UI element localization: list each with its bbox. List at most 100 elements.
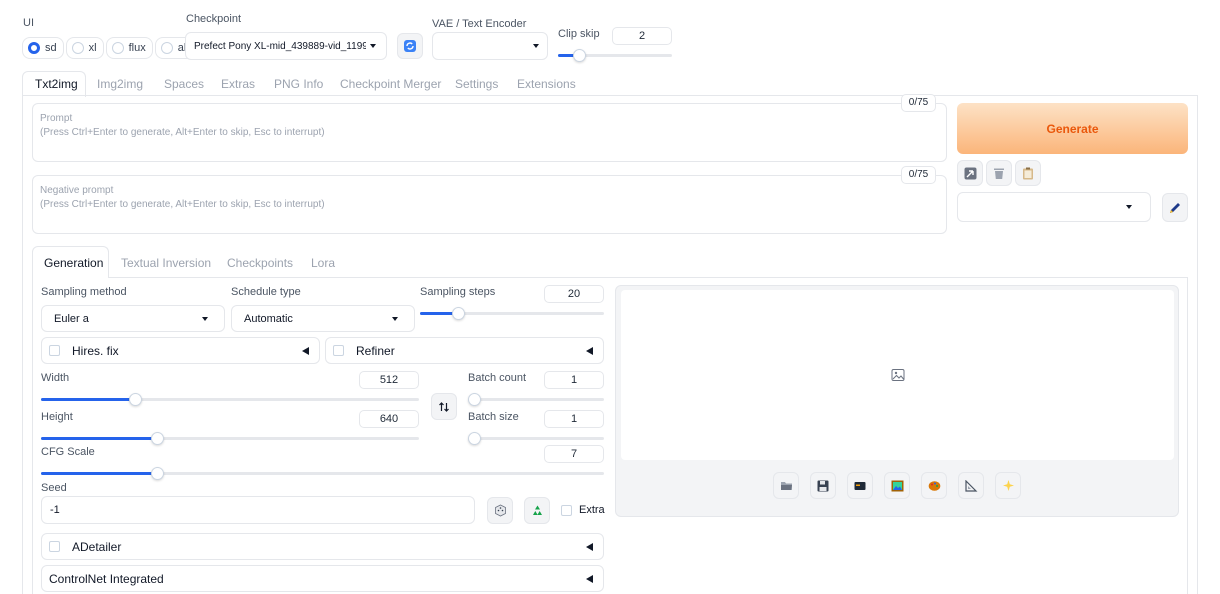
slider-fill [41, 437, 157, 440]
prompt-textarea[interactable]: Prompt (Press Ctrl+Enter to generate, Al… [32, 103, 947, 162]
tab-generation[interactable]: Generation [44, 256, 103, 270]
random-seed-button[interactable] [487, 497, 513, 524]
swap-dimensions-button[interactable] [431, 393, 457, 420]
refiner-accordion[interactable]: Refiner [325, 337, 604, 364]
open-folder-button[interactable] [773, 472, 799, 499]
folder-icon [780, 481, 792, 490]
image-placeholder-icon [891, 369, 904, 381]
styles-dropdown[interactable] [957, 192, 1151, 222]
subtabs-divider [109, 277, 1187, 278]
batch-count-input[interactable]: 1 [544, 371, 604, 389]
tab-lora[interactable]: Lora [311, 256, 335, 270]
batch-size-slider[interactable] [468, 432, 604, 445]
schedule-type-dropdown[interactable]: Automatic [231, 305, 415, 332]
zip-button[interactable] [847, 472, 873, 499]
read-params-button[interactable] [957, 160, 983, 186]
sampling-steps-input[interactable]: 20 [544, 285, 604, 303]
extra-seed-toggle[interactable]: Extra [561, 504, 605, 516]
batch-count-slider[interactable] [468, 393, 604, 406]
width-input[interactable]: 512 [359, 371, 419, 389]
adetailer-checkbox[interactable] [49, 541, 60, 552]
subtab-frame-left [32, 277, 33, 594]
negative-prompt-token-counter: 0/75 [901, 166, 936, 184]
reuse-seed-button[interactable] [524, 497, 550, 524]
seed-input[interactable]: -1 [41, 496, 475, 524]
slider-fill [41, 472, 157, 475]
refresh-checkpoints-button[interactable] [397, 33, 423, 59]
width-label: Width [41, 372, 70, 384]
swap-arrows-icon [439, 401, 449, 412]
sparkles-icon [1002, 480, 1014, 491]
generate-button[interactable]: Generate [957, 103, 1188, 154]
radio-icon [111, 42, 124, 54]
slider-thumb[interactable] [468, 432, 481, 445]
vae-label: VAE / Text Encoder [432, 18, 527, 30]
send-to-img2img-button[interactable] [884, 472, 910, 499]
sampling-method-dropdown[interactable]: Euler a [41, 305, 225, 332]
chevron-down-icon [202, 316, 208, 321]
tab-txt2img[interactable]: Txt2img [35, 77, 78, 91]
slider-thumb[interactable] [468, 393, 481, 406]
save-button[interactable] [810, 472, 836, 499]
cfg-scale-input[interactable]: 7 [544, 445, 604, 463]
send-to-inpaint-button[interactable] [921, 472, 947, 499]
checkpoint-value: Prefect Pony XL-mid_439889-vid_1199750 [194, 40, 366, 52]
send-to-extras-button[interactable] [958, 472, 984, 499]
slider-thumb[interactable] [129, 393, 142, 406]
recycle-icon [532, 505, 542, 515]
seed-label: Seed [41, 482, 67, 494]
tab-img2img[interactable]: Img2img [97, 77, 143, 91]
controlnet-label: ControlNet Integrated [49, 571, 164, 586]
apply-styles-button[interactable] [1015, 160, 1041, 186]
refiner-checkbox[interactable] [333, 345, 344, 356]
hires-fix-checkbox[interactable] [49, 345, 60, 356]
arrow-import-icon [964, 167, 976, 179]
upscale-button[interactable] [995, 472, 1021, 499]
collapse-triangle-icon [586, 346, 593, 355]
slider-fill [41, 398, 135, 401]
tab-textual-inversion[interactable]: Textual Inversion [121, 256, 211, 270]
extra-label: Extra [579, 504, 605, 516]
vae-dropdown[interactable] [432, 32, 548, 60]
prompt-label: Prompt [40, 113, 73, 124]
tab-checkpoint-merger[interactable]: Checkpoint Merger [340, 77, 441, 91]
batch-size-label: Batch size [468, 411, 519, 423]
tab-checkpoints[interactable]: Checkpoints [227, 256, 293, 270]
negative-prompt-textarea[interactable]: Negative prompt (Press Ctrl+Enter to gen… [32, 175, 947, 234]
tab-extras[interactable]: Extras [221, 77, 255, 91]
clip-skip-slider[interactable] [558, 49, 672, 62]
slider-thumb[interactable] [151, 467, 164, 480]
tab-extensions[interactable]: Extensions [517, 77, 576, 91]
cfg-scale-label: CFG Scale [41, 446, 95, 458]
extra-checkbox[interactable] [561, 504, 572, 516]
tab-spaces[interactable]: Spaces [164, 77, 204, 91]
sampling-steps-slider[interactable] [420, 307, 604, 320]
edit-styles-button[interactable] [1162, 193, 1188, 222]
radio-icon [160, 42, 173, 54]
cfg-scale-slider[interactable] [41, 467, 604, 480]
hires-fix-accordion[interactable]: Hires. fix [41, 337, 320, 364]
height-input[interactable]: 640 [359, 410, 419, 428]
subtab-frame-right [1187, 277, 1188, 594]
ui-radio-sd[interactable]: sd [22, 37, 64, 59]
checkpoint-label: Checkpoint [186, 13, 242, 25]
controlnet-accordion[interactable]: ControlNet Integrated [41, 565, 604, 592]
collapse-triangle-icon [302, 346, 309, 355]
adetailer-accordion[interactable]: ADetailer [41, 533, 604, 560]
trash-icon [994, 168, 1004, 179]
slider-thumb[interactable] [573, 49, 586, 62]
clear-prompt-button[interactable] [986, 160, 1012, 186]
clip-skip-input[interactable]: 2 [612, 27, 672, 45]
checkpoint-dropdown[interactable]: Prefect Pony XL-mid_439889-vid_1199750 [185, 32, 387, 60]
clip-skip-label: Clip skip [558, 28, 600, 40]
ui-radio-flux[interactable]: flux [105, 37, 153, 59]
tab-settings[interactable]: Settings [455, 77, 498, 91]
width-slider[interactable] [41, 393, 419, 406]
slider-thumb[interactable] [151, 432, 164, 445]
picture-icon [891, 480, 903, 491]
tab-png-info[interactable]: PNG Info [274, 77, 323, 91]
batch-size-input[interactable]: 1 [544, 410, 604, 428]
ui-radio-xl[interactable]: xl [65, 37, 104, 59]
height-slider[interactable] [41, 432, 419, 445]
slider-thumb[interactable] [452, 307, 465, 320]
